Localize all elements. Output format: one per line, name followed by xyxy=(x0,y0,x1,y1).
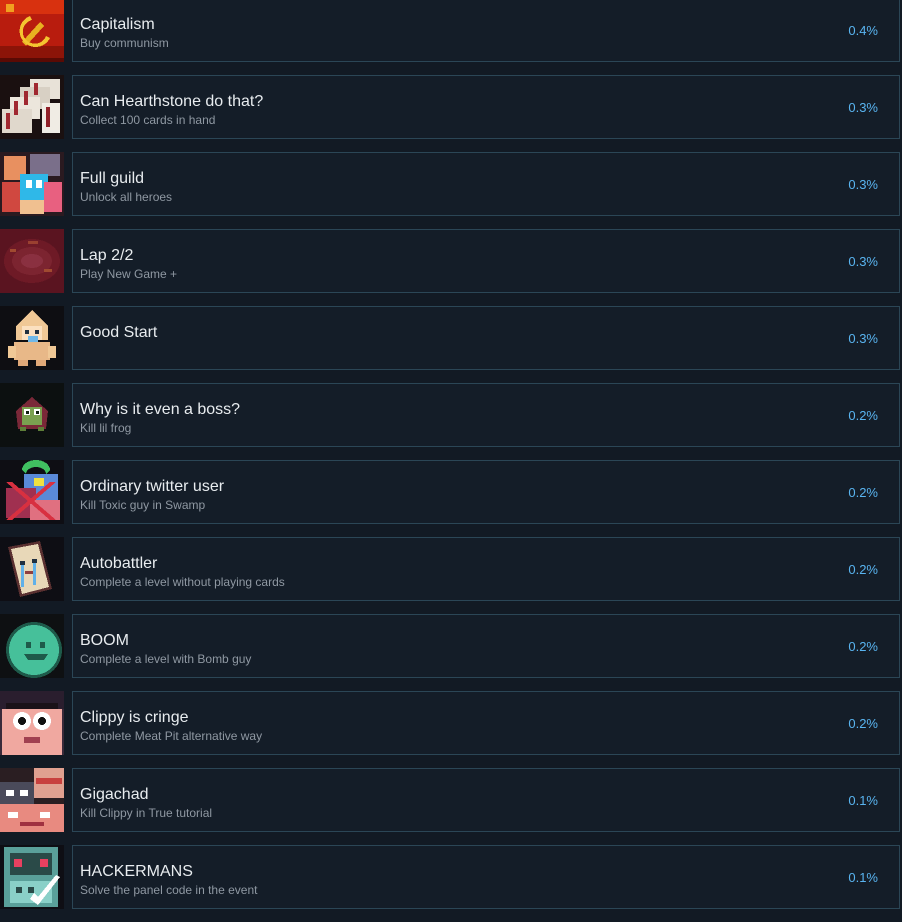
achievement-row[interactable]: Can Hearthstone do that? Collect 100 car… xyxy=(0,75,902,139)
achievement-list: Capitalism Buy communism 0.4% Can Hearth… xyxy=(0,0,902,922)
achievement-card: Why is it even a boss? Kill lil frog 0.2… xyxy=(72,383,900,447)
unlock-percentage: 0.1% xyxy=(848,793,878,808)
achievement-row[interactable]: Gigachad Kill Clippy in True tutorial 0.… xyxy=(0,768,902,832)
achievement-description: Kill Toxic guy in Swamp xyxy=(80,498,206,512)
achievement-row[interactable]: Lap 2/2 Play New Game + 0.3% xyxy=(0,229,902,293)
achievement-card: Full guild Unlock all heroes 0.3% xyxy=(72,152,900,216)
achievement-title: Clippy is cringe xyxy=(80,709,189,726)
unlock-percentage: 0.2% xyxy=(848,408,878,423)
achievement-title: Why is it even a boss? xyxy=(80,401,241,418)
gigachad-faces-icon xyxy=(0,768,64,832)
achievement-card: Autobattler Complete a level without pla… xyxy=(72,537,900,601)
achievement-title: Gigachad xyxy=(80,786,149,803)
achievement-row[interactable]: HACKERMANS Solve the panel code in the e… xyxy=(0,845,902,909)
achievement-title: Good Start xyxy=(80,324,158,341)
achievement-row[interactable]: Ordinary twitter user Kill Toxic guy in … xyxy=(0,460,902,524)
achievement-title: BOOM xyxy=(80,632,129,649)
achievement-row[interactable]: Full guild Unlock all heroes 0.3% xyxy=(0,152,902,216)
achievement-description: Kill Clippy in True tutorial xyxy=(80,806,213,820)
achievement-title: Can Hearthstone do that? xyxy=(80,93,264,110)
swirl-portal-icon xyxy=(0,229,64,293)
unlock-percentage: 0.3% xyxy=(848,254,878,269)
achievement-description: Unlock all heroes xyxy=(80,190,173,204)
achievement-card: Capitalism Buy communism 0.4% xyxy=(72,0,900,62)
achievement-card: BOOM Complete a level with Bomb guy 0.2% xyxy=(72,614,900,678)
cringe-face-icon xyxy=(0,691,64,755)
unlock-percentage: 0.4% xyxy=(848,23,878,38)
heroes-group-icon xyxy=(0,152,64,216)
achievement-description: Kill lil frog xyxy=(80,421,132,435)
unlock-percentage: 0.2% xyxy=(848,716,878,731)
green-slime-icon xyxy=(0,614,64,678)
computer-panel-icon xyxy=(0,845,64,909)
unlock-percentage: 0.2% xyxy=(848,562,878,577)
frog-icon xyxy=(0,383,64,447)
achievement-title: HACKERMANS xyxy=(80,863,193,880)
achievement-row[interactable]: BOOM Complete a level with Bomb guy 0.2% xyxy=(0,614,902,678)
unlock-percentage: 0.1% xyxy=(848,870,878,885)
unlock-percentage: 0.3% xyxy=(848,100,878,115)
achievement-title: Lap 2/2 xyxy=(80,247,134,264)
achievement-card: Good Start 0.3% xyxy=(72,306,900,370)
achievement-title: Ordinary twitter user xyxy=(80,478,225,495)
achievement-row[interactable]: Good Start 0.3% xyxy=(0,306,902,370)
achievement-card: Gigachad Kill Clippy in True tutorial 0.… xyxy=(72,768,900,832)
achievement-description: Play New Game + xyxy=(80,267,178,281)
unlock-percentage: 0.2% xyxy=(848,485,878,500)
achievement-title: Autobattler xyxy=(80,555,158,572)
hammer-sickle-flag-icon xyxy=(0,0,64,62)
achievement-title: Full guild xyxy=(80,170,145,187)
baby-hooded-icon xyxy=(0,306,64,370)
achievement-row[interactable]: Autobattler Complete a level without pla… xyxy=(0,537,902,601)
achievement-card: Clippy is cringe Complete Meat Pit alter… xyxy=(72,691,900,755)
achievement-description: Complete a level without playing cards xyxy=(80,575,285,589)
achievement-description: Complete a level with Bomb guy xyxy=(80,652,252,666)
achievement-card: Ordinary twitter user Kill Toxic guy in … xyxy=(72,460,900,524)
crying-card-icon xyxy=(0,537,64,601)
unlock-percentage: 0.2% xyxy=(848,639,878,654)
achievement-card: Can Hearthstone do that? Collect 100 car… xyxy=(72,75,900,139)
crossed-out-monster-icon xyxy=(0,460,64,524)
unlock-percentage: 0.3% xyxy=(848,177,878,192)
achievement-row[interactable]: Why is it even a boss? Kill lil frog 0.2… xyxy=(0,383,902,447)
achievement-card: HACKERMANS Solve the panel code in the e… xyxy=(72,845,900,909)
card-stack-icon xyxy=(0,75,64,139)
achievement-description: Buy communism xyxy=(80,36,169,50)
achievement-description: Complete Meat Pit alternative way xyxy=(80,729,263,743)
achievement-card: Lap 2/2 Play New Game + 0.3% xyxy=(72,229,900,293)
achievement-title: Capitalism xyxy=(80,16,155,33)
achievement-description: Solve the panel code in the event xyxy=(80,883,258,897)
achievement-description: Collect 100 cards in hand xyxy=(80,113,216,127)
achievement-row[interactable]: Capitalism Buy communism 0.4% xyxy=(0,0,902,62)
unlock-percentage: 0.3% xyxy=(848,331,878,346)
achievement-row[interactable]: Clippy is cringe Complete Meat Pit alter… xyxy=(0,691,902,755)
